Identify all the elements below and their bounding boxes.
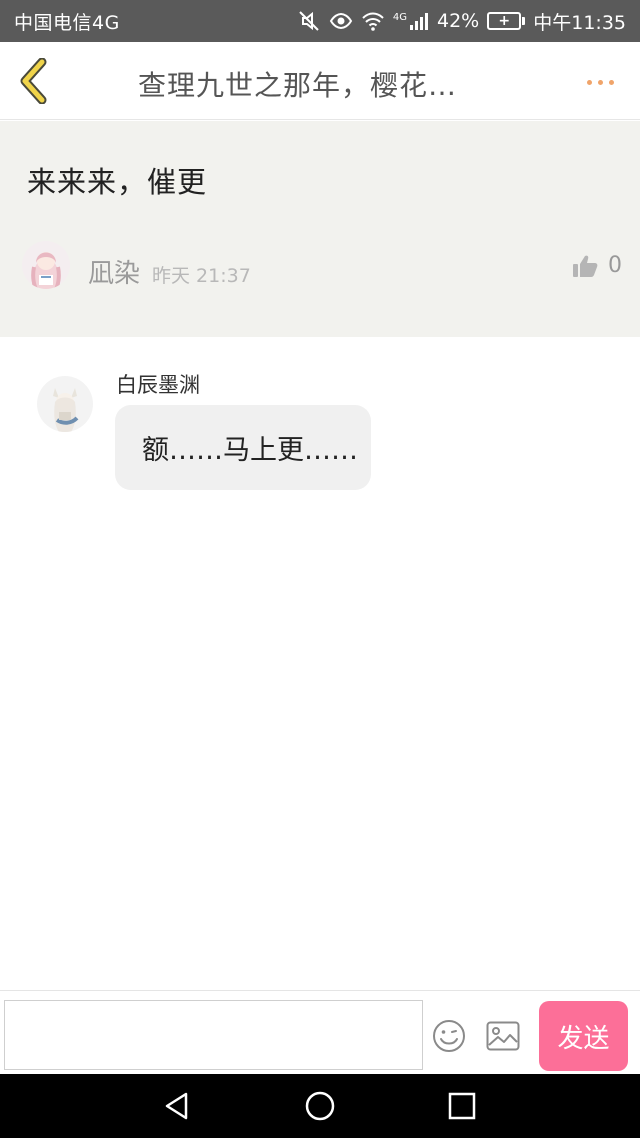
app-header: 查理九世之那年，樱花…	[0, 42, 640, 120]
system-nav-bar	[0, 1074, 640, 1138]
post-meta: 凪染 昨天 21:37	[88, 253, 251, 290]
input-bar: 发送	[0, 990, 640, 1074]
mute-icon	[299, 11, 319, 31]
reply-avatar[interactable]	[37, 376, 93, 432]
reply-avatar-image	[37, 376, 93, 432]
message-input[interactable]	[4, 1000, 423, 1070]
signal-icon: 4G	[393, 11, 429, 31]
send-button[interactable]: 发送	[539, 1001, 628, 1071]
post-time: 昨天 21:37	[152, 265, 251, 287]
avatar[interactable]	[22, 241, 70, 289]
more-button[interactable]	[580, 68, 620, 96]
like-button[interactable]: 0	[572, 253, 622, 278]
back-triangle-icon[interactable]	[160, 1089, 194, 1123]
reply-message: 额……马上更……	[142, 435, 358, 466]
home-circle-icon[interactable]	[303, 1089, 337, 1123]
like-count: 0	[608, 253, 622, 278]
page-title: 查理九世之那年，樱花…	[138, 69, 458, 102]
reply-bubble: 额……马上更……	[115, 405, 371, 490]
status-icons: 4G 42% + 中午11:35	[297, 8, 626, 35]
chevron-left-icon	[20, 58, 47, 104]
more-dots-icon	[586, 79, 592, 85]
carrier-label: 中国电信4G	[14, 11, 120, 34]
battery-percent: 42%	[437, 10, 480, 32]
reply-author[interactable]: 白辰墨渊	[116, 369, 200, 399]
recents-square-icon[interactable]	[445, 1089, 479, 1123]
author-avatar-image	[22, 241, 70, 289]
image-icon[interactable]	[486, 1021, 520, 1051]
wifi-icon	[362, 12, 384, 31]
original-post: 来来来，催更 凪染 昨天 21:37 0	[0, 121, 640, 337]
thumbs-up-icon	[573, 255, 598, 277]
clock: 中午11:35	[533, 11, 626, 34]
network-badge: 4G	[392, 12, 407, 23]
back-button[interactable]	[14, 56, 54, 106]
emoji-icon[interactable]	[432, 1019, 466, 1053]
post-author[interactable]: 凪染	[88, 253, 140, 290]
post-content: 来来来，催更	[27, 165, 208, 199]
status-bar: 中国电信4G 4G 42% + 中午11:35	[0, 0, 640, 42]
eye-icon	[329, 12, 353, 30]
battery-charging-icon: +	[487, 12, 526, 30]
